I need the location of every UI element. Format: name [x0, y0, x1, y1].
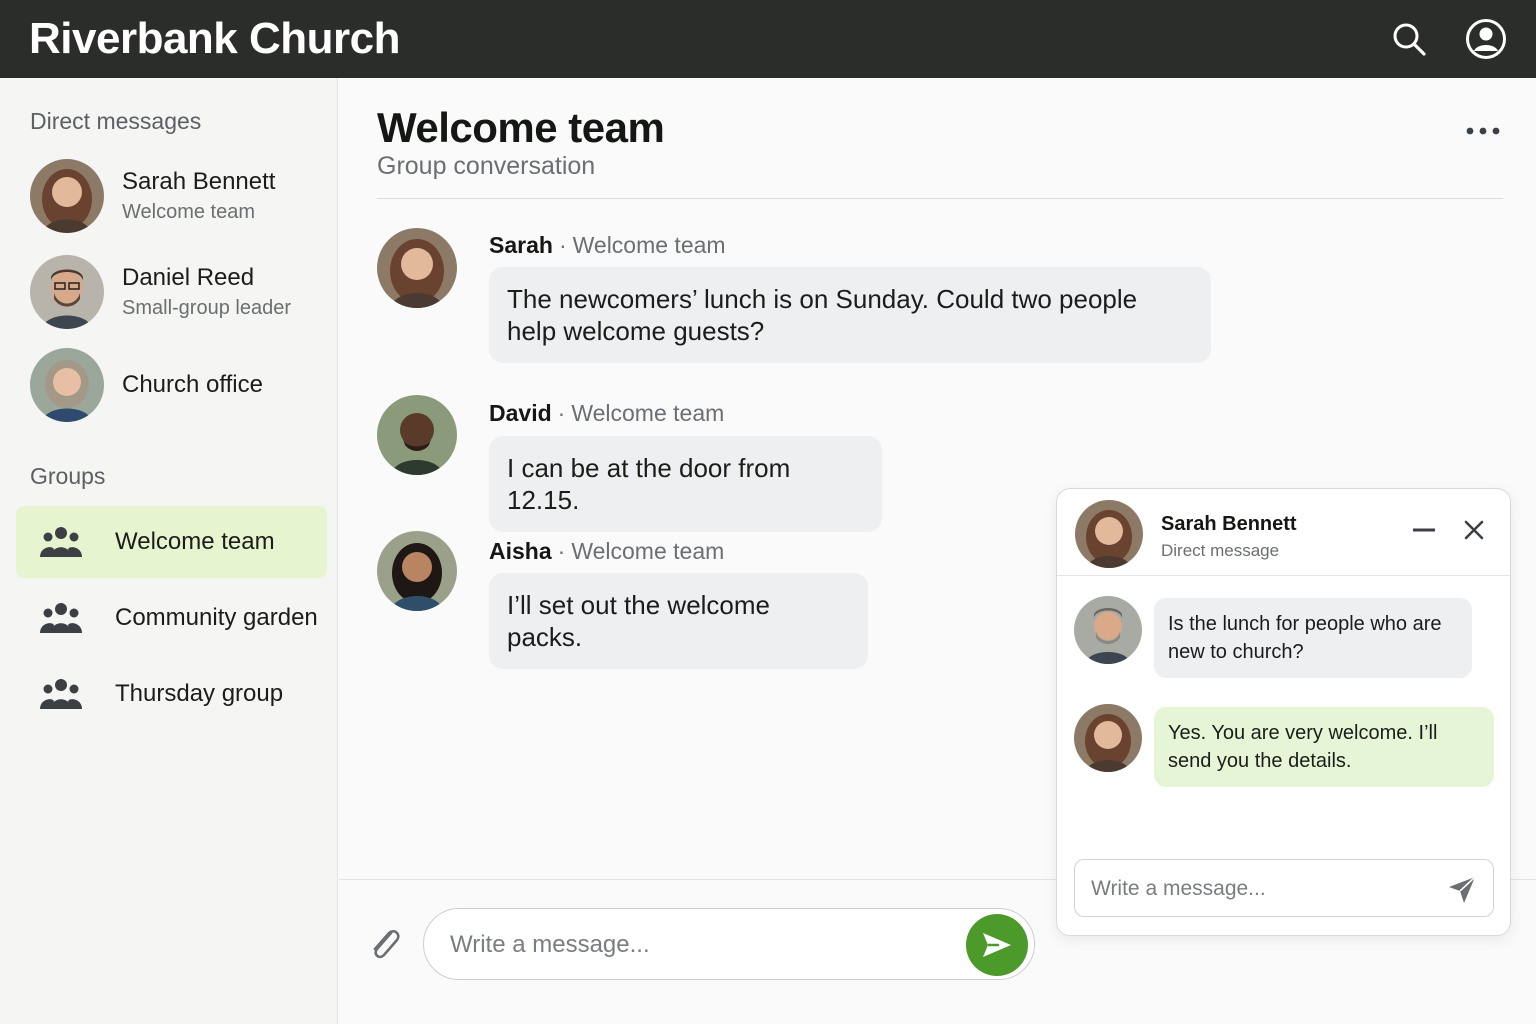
avatar: [377, 228, 457, 308]
group-name: Welcome team: [572, 232, 726, 258]
group-item-community-garden[interactable]: Community garden: [16, 582, 327, 654]
chat-popup: Sarah Bennett Direct message Is the lunc…: [1056, 488, 1511, 936]
header-divider: [377, 198, 1503, 199]
popup-divider: [1057, 575, 1510, 576]
group-label: Welcome team: [115, 528, 275, 555]
group-item-welcome-team[interactable]: Welcome team: [16, 506, 327, 578]
avatar: [1074, 704, 1142, 772]
sender-name: Sarah: [489, 232, 553, 258]
dm-subtitle: Small-group leader: [122, 297, 291, 319]
separator: ·: [557, 400, 566, 426]
avatar: [30, 348, 104, 422]
people-icon: [40, 678, 84, 710]
popup-composer: [1074, 859, 1494, 917]
message-header: Sarah · Welcome team: [489, 232, 726, 259]
send-icon: [983, 933, 1011, 957]
sidebar: Direct messages Sarah Bennett Welcome te…: [0, 78, 338, 1024]
dm-name: Church office: [122, 371, 263, 398]
sender-name: Aisha: [489, 538, 552, 564]
avatar: [1074, 596, 1142, 664]
user-circle-icon[interactable]: [1465, 18, 1507, 60]
message-bubble: I’ll set out the welcome packs.: [489, 573, 868, 669]
more-dots-icon[interactable]: [1463, 118, 1503, 144]
message-input[interactable]: [450, 927, 950, 963]
message-composer: [423, 908, 1035, 980]
group-label: Community garden: [115, 604, 318, 631]
message-header: Aisha · Welcome team: [489, 538, 724, 565]
message-header: David · Welcome team: [489, 400, 724, 427]
popup-subtitle: Direct message: [1161, 541, 1280, 560]
send-icon[interactable]: [1445, 873, 1479, 907]
top-bar: Riverbank Church: [0, 0, 1536, 78]
dm-item-daniel-reed[interactable]: Daniel Reed Small-group leader: [30, 254, 320, 330]
dm-name: Sarah Bennett: [122, 168, 276, 195]
conversation-subtitle: Group conversation: [377, 152, 596, 180]
avatar: [1075, 500, 1143, 568]
minimize-icon[interactable]: [1411, 519, 1437, 541]
people-icon: [40, 526, 84, 558]
paperclip-icon[interactable]: [367, 923, 403, 968]
group-item-thursday-group[interactable]: Thursday group: [16, 658, 327, 730]
group-name: Welcome team: [571, 400, 725, 426]
dm-heading: Direct messages: [30, 108, 202, 134]
avatar: [377, 395, 457, 475]
dm-item-sarah-bennett[interactable]: Sarah Bennett Welcome team: [30, 158, 320, 234]
conversation-title: Welcome team: [377, 104, 665, 151]
popup-message-input[interactable]: [1091, 872, 1431, 906]
search-icon[interactable]: [1391, 21, 1427, 57]
groups-heading: Groups: [30, 463, 106, 489]
top-bar-actions: [1391, 18, 1507, 60]
message-bubble: I can be at the door from 12.15.: [489, 436, 882, 532]
separator: ·: [557, 538, 566, 564]
dm-item-church-office[interactable]: Church office: [30, 347, 320, 423]
dm-subtitle: Welcome team: [122, 201, 256, 223]
popup-message-bubble: Yes. You are very welcome. I’ll send you…: [1154, 707, 1494, 787]
people-icon: [40, 602, 84, 634]
separator: ·: [558, 232, 567, 258]
avatar: [377, 531, 457, 611]
dm-name: Daniel Reed: [122, 264, 255, 291]
sender-name: David: [489, 400, 552, 426]
group-name: Welcome team: [571, 538, 725, 564]
app-title: Riverbank Church: [29, 14, 400, 63]
popup-name: Sarah Bennett: [1161, 513, 1297, 535]
avatar: [30, 255, 104, 329]
avatar: [30, 159, 104, 233]
group-label: Thursday group: [115, 680, 284, 707]
close-icon[interactable]: [1461, 517, 1487, 543]
send-button[interactable]: [966, 914, 1028, 976]
popup-message-bubble: Is the lunch for people who are new to c…: [1154, 598, 1472, 678]
message-bubble: The newcomers’ lunch is on Sunday. Could…: [489, 267, 1211, 363]
